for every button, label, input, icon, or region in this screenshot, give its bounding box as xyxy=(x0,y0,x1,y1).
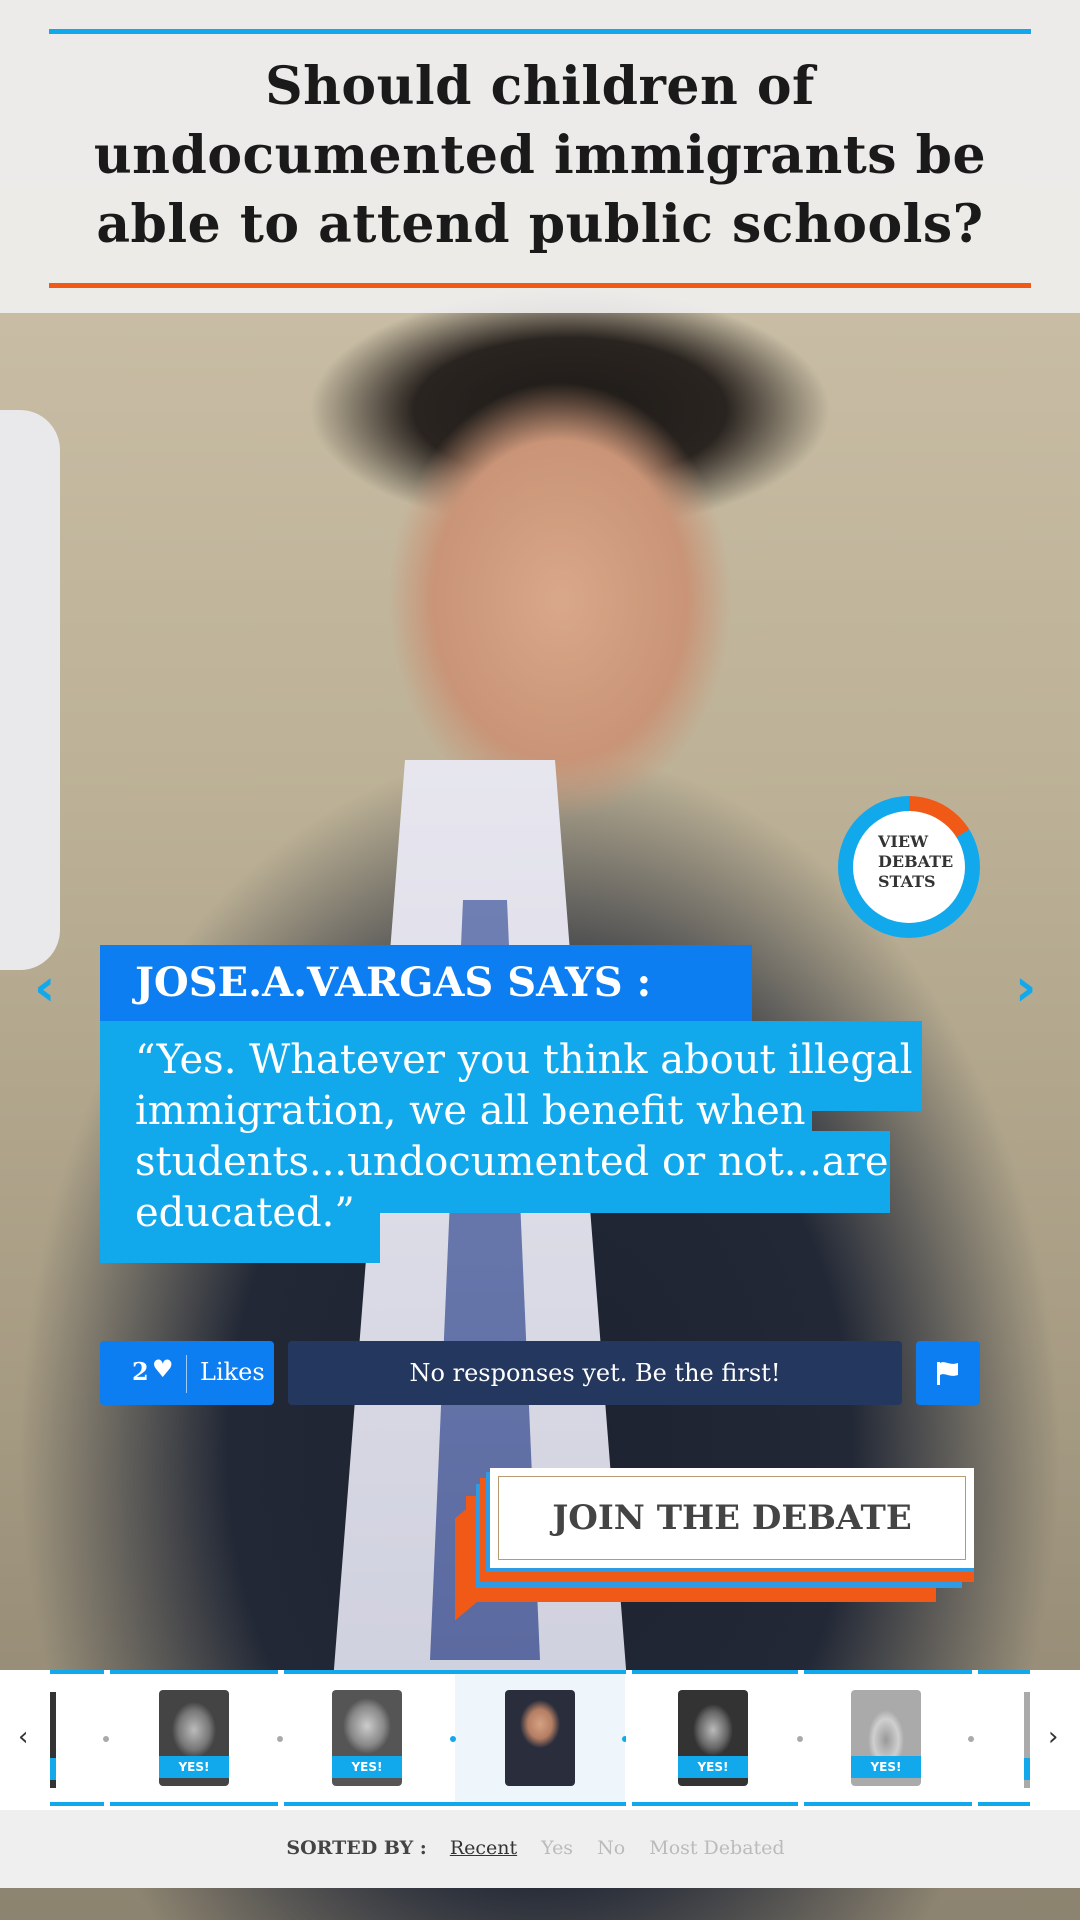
quote-line: students...undocumented or not...are xyxy=(135,1139,889,1185)
thumbnail-badge: YES! xyxy=(332,1756,402,1778)
sort-label: SORTED BY : xyxy=(286,1837,427,1859)
header-bottom-line xyxy=(49,283,1031,288)
stats-label-line: VIEW xyxy=(878,832,929,851)
stats-label: VIEW DEBATE STATS xyxy=(878,832,953,892)
speaker-quote: “Yes. Whatever you think about illegal i… xyxy=(135,1035,915,1239)
debate-question: Should children of undocumented immigran… xyxy=(93,56,987,255)
responses-button[interactable]: No responses yet. Be the first! xyxy=(288,1341,902,1405)
view-debate-stats-button[interactable]: VIEW DEBATE STATS xyxy=(838,796,980,938)
strip-next-icon[interactable]: › xyxy=(1048,1722,1058,1752)
quote-line: “Yes. Whatever you think about illegal xyxy=(135,1037,913,1083)
prev-arrow-icon[interactable]: ‹ xyxy=(34,958,55,1018)
strip-prev-icon[interactable]: ‹ xyxy=(18,1722,28,1752)
thumbnail-2[interactable]: YES! xyxy=(332,1690,402,1786)
sort-option-no[interactable]: No xyxy=(597,1837,625,1859)
thumb-partial-badge xyxy=(50,1758,56,1780)
likes-count: 2 xyxy=(132,1357,149,1386)
sort-bar: SORTED BY : Recent Yes No Most Debated xyxy=(0,1810,1080,1888)
sort-option-recent[interactable]: Recent xyxy=(450,1837,517,1859)
strip-gap xyxy=(626,1670,632,1810)
thumbnail-5[interactable]: YES! xyxy=(851,1690,921,1786)
thumbnail-photo xyxy=(505,1690,575,1786)
thumbnail-4[interactable]: YES! xyxy=(678,1690,748,1786)
photo-sleeve xyxy=(0,410,60,970)
header-top-line xyxy=(49,29,1031,34)
sort-option-most-debated[interactable]: Most Debated xyxy=(649,1837,784,1859)
strip-dot xyxy=(277,1736,283,1742)
join-debate-button[interactable]: JOIN THE DEBATE xyxy=(490,1468,974,1568)
strip-dot xyxy=(968,1736,974,1742)
stats-label-line: DEBATE xyxy=(878,852,954,871)
thumbnail-badge: YES! xyxy=(678,1756,748,1778)
sort-option-yes[interactable]: Yes xyxy=(541,1837,573,1859)
likes-button[interactable]: 2 ♥ Likes xyxy=(100,1341,274,1405)
thumbnail-1[interactable]: YES! xyxy=(159,1690,229,1786)
likes-divider xyxy=(186,1355,187,1393)
strip-dot xyxy=(797,1736,803,1742)
thumb-partial-badge xyxy=(1024,1758,1030,1780)
thumbnail-3-active[interactable] xyxy=(505,1690,575,1786)
sort-options: SORTED BY : Recent Yes No Most Debated xyxy=(0,1837,1080,1859)
next-arrow-icon[interactable]: › xyxy=(1015,958,1036,1018)
likes-label: Likes xyxy=(200,1358,265,1386)
responses-strip: ‹ › YES! YES! YES! YES! xyxy=(0,1670,1080,1810)
join-debate-label: JOIN THE DEBATE xyxy=(498,1476,966,1560)
quote-line: educated.” xyxy=(135,1190,355,1236)
thumbnail-badge: YES! xyxy=(159,1756,229,1778)
stats-label-line: STATS xyxy=(878,872,936,891)
quote-line: immigration, we all benefit when xyxy=(135,1088,806,1134)
speaker-label: JOSE.A.VARGAS SAYS : YES! xyxy=(100,945,752,1082)
strip-bottom-line xyxy=(50,1802,1030,1806)
thumbnail-badge: YES! xyxy=(851,1756,921,1778)
question-header: Should children of undocumented immigran… xyxy=(0,0,1080,313)
flag-icon xyxy=(937,1362,958,1385)
flag-button[interactable] xyxy=(916,1341,980,1405)
heart-icon: ♥ xyxy=(152,1355,174,1383)
strip-dot-active xyxy=(450,1736,456,1742)
strip-dot xyxy=(103,1736,109,1742)
